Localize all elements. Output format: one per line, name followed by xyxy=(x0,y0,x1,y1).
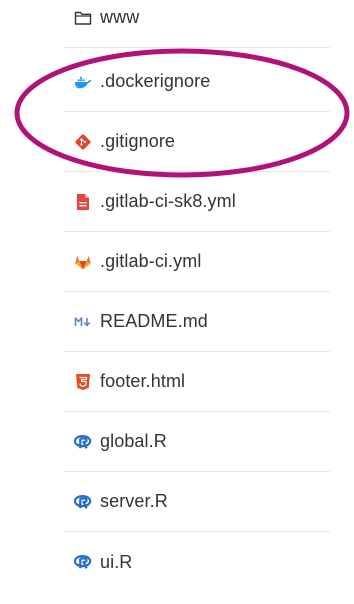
file-row-gitlab-ci-sk8[interactable]: .gitlab-ci-sk8.yml xyxy=(64,172,330,232)
file-name: .gitlab-ci-sk8.yml xyxy=(100,191,236,211)
html5-icon xyxy=(74,373,92,391)
folder-icon xyxy=(74,9,92,27)
file-name: ui.R xyxy=(100,551,133,572)
file-row-global-r[interactable]: global.R xyxy=(64,412,330,472)
file-name: .gitlab-ci.yml xyxy=(100,251,202,271)
r-language-icon xyxy=(74,433,92,451)
file-row-ui-r[interactable]: ui.R xyxy=(64,532,330,592)
file-row-www[interactable]: www xyxy=(64,0,330,48)
gitlab-icon xyxy=(74,253,92,271)
file-name: footer.html xyxy=(100,371,186,391)
file-name: .gitignore xyxy=(100,131,176,151)
file-row-gitlab-ci[interactable]: .gitlab-ci.yml xyxy=(64,232,330,292)
file-name: server.R xyxy=(100,491,168,511)
file-name: global.R xyxy=(100,431,167,451)
file-row-dockerignore[interactable]: .dockerignore xyxy=(64,52,330,112)
file-row-readme[interactable]: README.md xyxy=(64,292,330,352)
docker-icon xyxy=(74,73,92,91)
file-name: .dockerignore xyxy=(100,71,211,91)
markdown-icon xyxy=(74,313,92,331)
r-language-icon xyxy=(74,493,92,511)
file-row-footer-html[interactable]: footer.html xyxy=(64,352,330,412)
file-row-gitignore[interactable]: .gitignore xyxy=(64,112,330,172)
yaml-file-icon xyxy=(74,193,92,211)
git-icon xyxy=(74,133,92,151)
file-name: www xyxy=(100,7,140,27)
file-row-server-r[interactable]: server.R xyxy=(64,472,330,532)
file-name: README.md xyxy=(100,311,208,331)
r-language-icon xyxy=(74,553,92,571)
